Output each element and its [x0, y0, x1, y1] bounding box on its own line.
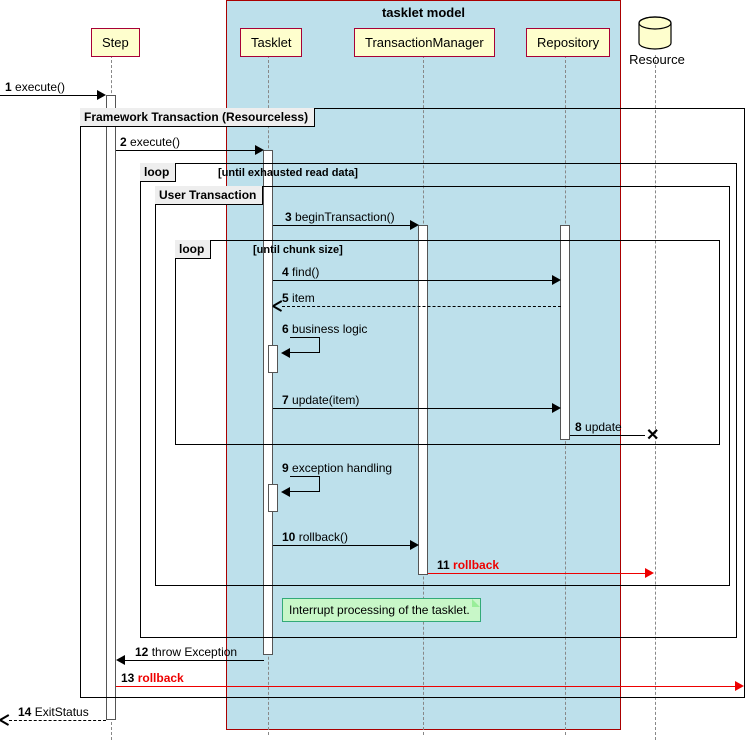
frame-loop1-cond: [until exhausted read data] [218, 167, 358, 179]
msg-13-arrowhead [735, 681, 744, 691]
msg-4-label: 4 find() [282, 265, 319, 279]
msg-9-label: 9 exception handling [282, 461, 392, 475]
msg-2-label: 2 execute() [120, 135, 180, 149]
msg-2-arrowhead [255, 145, 264, 155]
sequence-diagram: tasklet model Step Tasklet TransactionMa… [0, 0, 751, 753]
msg-5-arrowhead [273, 301, 282, 311]
msg-7-arrow [273, 408, 553, 409]
msg-6-selfcall [290, 337, 320, 353]
msg-10-arrow [273, 545, 411, 546]
participant-txmanager: TransactionManager [354, 28, 495, 57]
msg-11-label: 11 rollback [437, 558, 499, 572]
msg-13-arrow [116, 686, 736, 687]
msg-11-arrowhead [645, 568, 654, 578]
msg-9-selfcall [290, 476, 320, 492]
participant-txmanager-label: TransactionManager [365, 35, 484, 50]
msg-10-label: 10 rollback() [282, 530, 348, 544]
msg-6-label: 6 business logic [282, 322, 367, 336]
msg-9-arrowhead [281, 487, 290, 497]
msg-11-arrow [428, 573, 646, 574]
frame-user-tx-label: User Transaction [155, 186, 263, 205]
note-interrupt: Interrupt processing of the tasklet. [282, 598, 481, 622]
msg-8-x: ✕ [646, 425, 659, 445]
msg-6-arrowhead [281, 348, 290, 358]
participant-tasklet-label: Tasklet [251, 35, 291, 50]
group-title: tasklet model [227, 5, 620, 20]
msg-13-label: 13 rollback [121, 671, 184, 685]
note-text: Interrupt processing of the tasklet. [289, 603, 470, 617]
msg-3-label: 3 beginTransaction() [285, 210, 395, 224]
msg-8-arrow [570, 435, 645, 436]
frame-loop2-cond: [until chunk size] [253, 244, 343, 256]
msg-14-arrow [9, 720, 106, 721]
msg-8-label: 8 update [575, 420, 622, 434]
msg-10-arrowhead [410, 540, 419, 550]
msg-12-arrow [125, 660, 264, 661]
msg-14-label: 14 ExitStatus [18, 705, 89, 719]
msg-4-arrowhead [552, 275, 561, 285]
participant-step: Step [91, 28, 140, 57]
msg-4-arrow [273, 280, 553, 281]
msg-2-arrow [116, 150, 256, 151]
participant-repository-label: Repository [537, 35, 599, 50]
msg-7-arrowhead [552, 403, 561, 413]
participant-step-label: Step [102, 35, 129, 50]
frame-loop2 [175, 240, 720, 445]
frame-fw-tx-label: Framework Transaction (Resourceless) [80, 108, 315, 127]
frame-loop1-label: loop [140, 163, 176, 182]
msg-7-label: 7 update(item) [282, 393, 359, 407]
database-icon [636, 15, 676, 55]
participant-repository: Repository [526, 28, 610, 57]
msg-1-arrow [0, 95, 98, 96]
msg-12-arrowhead [116, 655, 125, 665]
participant-tasklet: Tasklet [240, 28, 302, 57]
msg-12-label: 12 throw Exception [135, 645, 237, 659]
msg-3-arrow [273, 225, 411, 226]
msg-3-arrowhead [410, 220, 419, 230]
msg-1-label: 1 execute() [5, 80, 65, 94]
msg-5-label: 5 item [282, 291, 315, 305]
msg-14-arrowhead [0, 715, 9, 725]
msg-5-arrow [282, 306, 561, 307]
msg-1-arrowhead [97, 90, 106, 100]
participant-resource-label: Resource [622, 52, 692, 67]
frame-loop2-label: loop [175, 240, 211, 259]
